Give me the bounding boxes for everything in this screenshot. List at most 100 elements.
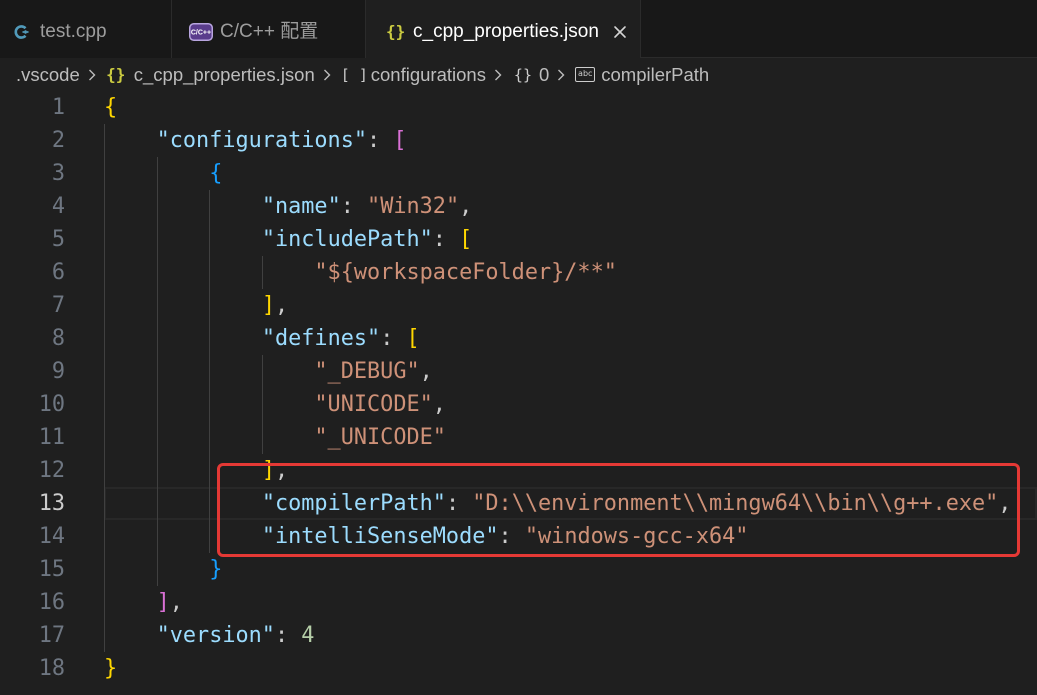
tab-test-cpp[interactable]: test.cpp bbox=[0, 0, 172, 58]
line-content[interactable]: "intelliSenseMode": "windows-gcc-x64" bbox=[104, 520, 1037, 553]
breadcrumb-label: .vscode bbox=[16, 63, 80, 85]
line-content[interactable]: "includePath": [ bbox=[104, 223, 1037, 256]
indent-guide bbox=[156, 223, 158, 256]
indent-guide bbox=[104, 322, 105, 355]
line-number[interactable]: 17 bbox=[0, 619, 65, 652]
tab-c-cpp-properties-json[interactable]: {} c_cpp_properties.json bbox=[366, 0, 641, 58]
breadcrumb-item-configurations[interactable]: [ ] configurations bbox=[341, 64, 486, 86]
indent-guide bbox=[209, 520, 211, 553]
code-line[interactable]: 5 "includePath": [ bbox=[0, 223, 1037, 256]
line-content[interactable]: { bbox=[104, 91, 1037, 124]
json-number-token: 4 bbox=[301, 623, 315, 648]
code-line[interactable]: 9 "_DEBUG", bbox=[0, 355, 1037, 388]
line-text: "name": "Win32", bbox=[262, 194, 472, 219]
line-content[interactable]: } bbox=[104, 652, 1037, 685]
line-content[interactable]: ], bbox=[104, 289, 1037, 322]
code-line[interactable]: 6 "${workspaceFolder}/**" bbox=[0, 256, 1037, 289]
line-number[interactable]: 13 bbox=[0, 487, 65, 520]
code-line[interactable]: 7], bbox=[0, 289, 1037, 322]
line-number[interactable]: 11 bbox=[0, 421, 65, 454]
line-content[interactable]: "compilerPath": "D:\\environment\\mingw6… bbox=[104, 487, 1037, 520]
bracket-level-3-token: } bbox=[209, 557, 223, 582]
code-line[interactable]: 8 "defines": [ bbox=[0, 322, 1037, 355]
indent-guide bbox=[104, 520, 105, 553]
bracket-level-1-token: [ bbox=[406, 326, 420, 351]
indent-guide bbox=[104, 256, 105, 289]
code-line[interactable]: 17 "version": 4 bbox=[0, 619, 1037, 652]
breadcrumb-item-compilerpath[interactable]: abc compilerPath bbox=[575, 64, 709, 86]
line-text: ], bbox=[157, 590, 183, 615]
code-line[interactable]: 13 "compilerPath": "D:\\environment\\ming… bbox=[0, 487, 1037, 520]
punctuation-token: : bbox=[432, 227, 460, 252]
breadcrumb: .vscode {} c_cpp_properties.json [ ] con… bbox=[16, 58, 709, 91]
line-number[interactable]: 1 bbox=[0, 91, 65, 124]
code-line[interactable]: 2 "configurations": [ bbox=[0, 124, 1037, 157]
indent-guide bbox=[156, 157, 158, 190]
logo-text: C/C++ bbox=[191, 30, 211, 37]
line-number[interactable]: 10 bbox=[0, 388, 65, 421]
tab-cpp-config[interactable]: C/C++ C/C++ 配置 bbox=[172, 0, 366, 58]
punctuation-token: , bbox=[459, 194, 473, 219]
json-string-token: "${workspaceFolder}/**" bbox=[314, 260, 617, 285]
line-number[interactable]: 8 bbox=[0, 322, 65, 355]
line-number[interactable]: 18 bbox=[0, 652, 65, 685]
line-content[interactable]: "_DEBUG", bbox=[104, 355, 1037, 388]
code-line[interactable]: 10 "UNICODE", bbox=[0, 388, 1037, 421]
line-number[interactable]: 2 bbox=[0, 124, 65, 157]
line-content[interactable]: ], bbox=[104, 586, 1037, 619]
punctuation-token: : bbox=[340, 194, 368, 219]
bracket-level-1-token: { bbox=[104, 95, 118, 120]
line-number[interactable]: 14 bbox=[0, 520, 65, 553]
line-number[interactable]: 12 bbox=[0, 454, 65, 487]
breadcrumb-item-file[interactable]: {} c_cpp_properties.json bbox=[106, 64, 315, 86]
line-number[interactable]: 7 bbox=[0, 289, 65, 322]
code-line[interactable]: 1{ bbox=[0, 91, 1037, 124]
code-line[interactable]: 18} bbox=[0, 652, 1037, 685]
line-content[interactable]: ], bbox=[104, 454, 1037, 487]
code-editor[interactable]: 1{2 "configurations": [3{4 "name": "Win32"… bbox=[0, 91, 1037, 695]
line-number[interactable]: 9 bbox=[0, 355, 65, 388]
line-text: ], bbox=[262, 458, 288, 483]
line-content[interactable]: "configurations": [ bbox=[104, 124, 1037, 157]
code-line[interactable]: 16], bbox=[0, 586, 1037, 619]
line-text: "version": 4 bbox=[157, 623, 315, 648]
indent-guide bbox=[156, 553, 158, 586]
indent-guide bbox=[261, 421, 263, 454]
line-number[interactable]: 5 bbox=[0, 223, 65, 256]
code-line[interactable]: 4 "name": "Win32", bbox=[0, 190, 1037, 223]
cpp-extension-icon: C/C++ bbox=[189, 23, 213, 41]
line-text: } bbox=[104, 656, 117, 681]
line-text: { bbox=[209, 161, 222, 186]
chevron-right-icon bbox=[88, 69, 96, 80]
code-line[interactable]: 3{ bbox=[0, 157, 1037, 190]
indent-guide bbox=[209, 256, 211, 289]
code-line[interactable]: 12], bbox=[0, 454, 1037, 487]
indent-guide bbox=[104, 124, 105, 157]
punctuation-token: , bbox=[998, 491, 1012, 516]
breadcrumb-item-vscode[interactable]: .vscode bbox=[16, 64, 80, 86]
close-icon[interactable] bbox=[613, 25, 627, 39]
line-text: "compilerPath": "D:\\environment\\mingw6… bbox=[262, 491, 1012, 516]
code-line[interactable]: 15} bbox=[0, 553, 1037, 586]
punctuation-token: , bbox=[274, 458, 289, 483]
line-content[interactable]: "_UNICODE" bbox=[104, 421, 1037, 454]
line-content[interactable]: { bbox=[104, 157, 1037, 190]
line-content[interactable]: "defines": [ bbox=[104, 322, 1037, 355]
line-number[interactable]: 6 bbox=[0, 256, 65, 289]
line-content[interactable]: "${workspaceFolder}/**" bbox=[104, 256, 1037, 289]
indent-guide bbox=[261, 256, 263, 289]
json-key-token: "version" bbox=[156, 623, 275, 648]
line-content[interactable]: "version": 4 bbox=[104, 619, 1037, 652]
breadcrumb-item-0[interactable]: {} 0 bbox=[512, 64, 549, 86]
line-content[interactable]: "name": "Win32", bbox=[104, 190, 1037, 223]
line-number[interactable]: 15 bbox=[0, 553, 65, 586]
json-key-token: "intelliSenseMode" bbox=[261, 524, 499, 549]
line-content[interactable]: } bbox=[104, 553, 1037, 586]
line-number[interactable]: 3 bbox=[0, 157, 65, 190]
code-line[interactable]: 11 "_UNICODE" bbox=[0, 421, 1037, 454]
line-number[interactable]: 4 bbox=[0, 190, 65, 223]
line-content[interactable]: "UNICODE", bbox=[104, 388, 1037, 421]
code-line[interactable]: 14 "intelliSenseMode": "windows-gcc-x64" bbox=[0, 520, 1037, 553]
indent-guide bbox=[209, 388, 211, 421]
line-number[interactable]: 16 bbox=[0, 586, 65, 619]
